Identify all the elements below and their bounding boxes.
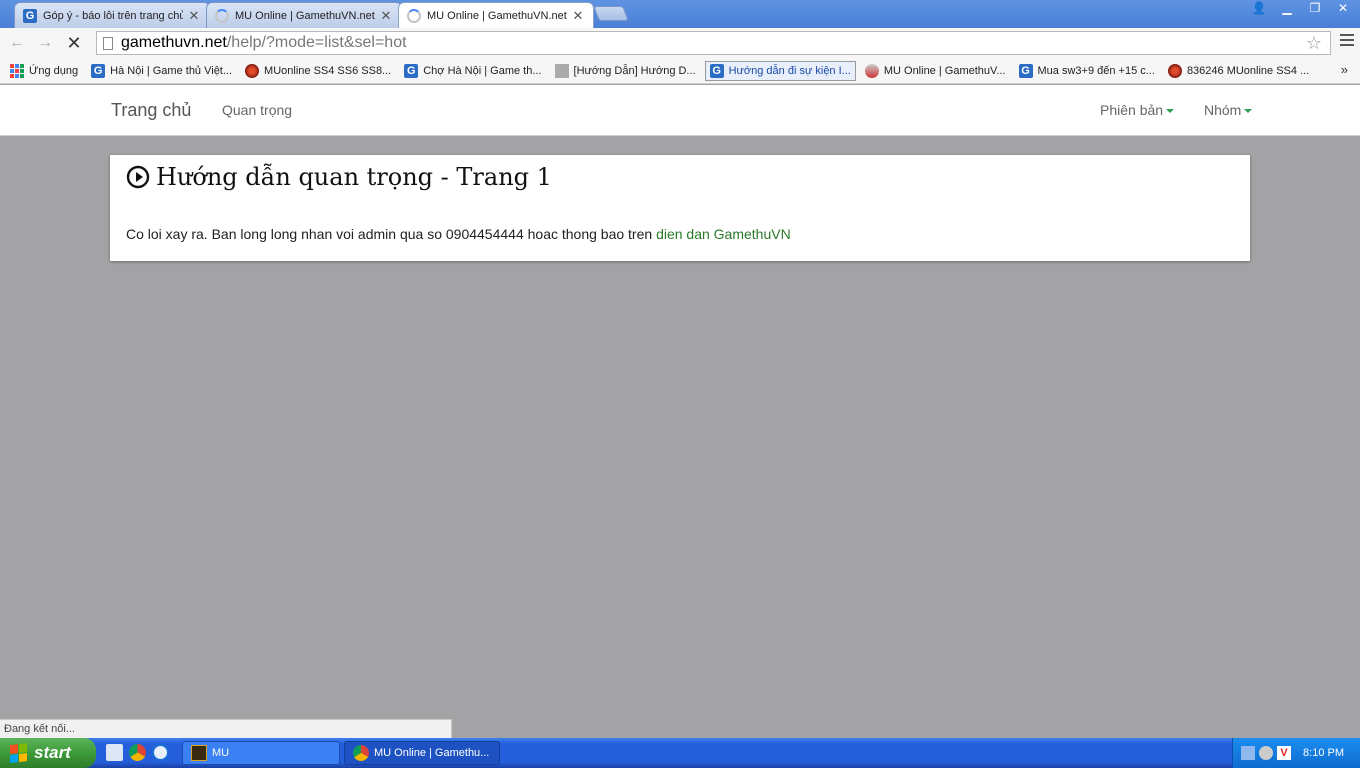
dropdown-label: Nhóm (1204, 102, 1242, 118)
quick-launch (106, 744, 169, 761)
content-panel: Hướng dẫn quan trọng - Trang 1 Co loi xa… (110, 155, 1250, 261)
new-tab-button[interactable] (593, 6, 629, 21)
tab-title: Góp ý - báo lỗi trên trang chủ (43, 9, 183, 22)
tab-gop-y[interactable]: G Góp ý - báo lỗi trên trang chủ ✕ (14, 2, 210, 28)
character-icon (864, 63, 879, 78)
restore-button[interactable]: ❐ (1302, 0, 1328, 18)
speaker-icon[interactable] (1259, 746, 1273, 760)
bookmarks-overflow-button[interactable]: » (1341, 62, 1348, 77)
windows-logo-icon (10, 743, 28, 763)
start-label: start (34, 743, 71, 762)
chrome-icon[interactable] (129, 744, 146, 761)
bookmark-item[interactable]: MU Online | GamethuV... (861, 61, 1010, 81)
mu-red-icon (1167, 63, 1182, 78)
tab-mu-online-1[interactable]: MU Online | GamethuVN.net ✕ (206, 2, 402, 28)
close-icon[interactable]: ✕ (571, 8, 585, 24)
stop-loading-icon[interactable]: ✕ (63, 33, 85, 53)
apps-icon (10, 63, 24, 78)
antivirus-icon[interactable]: V (1277, 746, 1291, 760)
bookmark-item[interactable]: 836246 MUonline SS4 ... (1164, 61, 1313, 81)
bookmark-item[interactable]: G Hà Nội | Game thủ Việt... (87, 61, 236, 81)
mu-game-icon (191, 745, 207, 761)
bookmark-item[interactable]: MUonline SS4 SS6 SS8... (241, 61, 395, 81)
caret-down-icon (1244, 109, 1253, 114)
back-arrow-icon[interactable]: ← (6, 33, 28, 53)
tab-strip: G Góp ý - báo lỗi trên trang chủ ✕ MU On… (0, 0, 1360, 28)
browser-toolbar: ← → ✕ gamethuvn.net/help/?mode=list&sel=… (0, 28, 1360, 58)
gamethuvn-icon: G (23, 8, 37, 23)
chrome-icon (353, 745, 369, 761)
network-shortcut-icon[interactable] (106, 744, 123, 761)
dropdown-label: Phiên bản (1100, 102, 1164, 118)
gamethuvn-icon: G (404, 63, 419, 78)
menu-icon[interactable] (1340, 34, 1354, 49)
bookmark-label: Hướng dẫn đi sự kiện I... (728, 64, 851, 77)
close-icon[interactable]: ✕ (379, 8, 393, 24)
system-tray: V 8:10 PM (1232, 738, 1360, 768)
taskbar-item-chrome[interactable]: MU Online | Gamethu... (344, 741, 500, 765)
site-navbar: Trang chủ Quan trọng Phiên bản Nhóm (0, 85, 1360, 136)
error-message: Co loi xay ra. Ban long long nhan voi ad… (126, 226, 791, 242)
dropdown-nhom[interactable]: Nhóm (1204, 102, 1253, 118)
bookmark-item[interactable]: G Chợ Hà Nội | Game th... (400, 61, 545, 81)
start-button[interactable]: start (0, 738, 96, 768)
close-icon[interactable]: ✕ (187, 8, 201, 24)
bookmarks-bar: Ứng dụng G Hà Nội | Game thủ Việt... MUo… (0, 58, 1360, 84)
bookmark-label: [Hướng Dẫn] Hướng D... (573, 64, 696, 77)
brand-link[interactable]: Trang chủ (111, 100, 191, 121)
bookmark-label: MUonline SS4 SS6 SS8... (264, 64, 392, 77)
dropdown-phien-ban[interactable]: Phiên bản (1100, 102, 1175, 118)
forum-link[interactable]: dien dan GamethuVN (656, 226, 791, 242)
bookmark-item[interactable]: [Hướng Dẫn] Hướng D... (551, 61, 700, 81)
page-heading: Hướng dẫn quan trọng - Trang 1 (126, 163, 552, 191)
bookmark-apps[interactable]: Ứng dụng (6, 61, 82, 81)
gamethuvn-icon: G (1018, 63, 1033, 78)
window-controls: 👤 ▁ ❐ ✕ (1246, 0, 1356, 18)
bookmark-label: Chợ Hà Nội | Game th... (423, 64, 542, 77)
nav-link-quan-trong[interactable]: Quan trọng (222, 102, 292, 118)
page-title: Hướng dẫn quan trọng - Trang 1 (156, 163, 552, 191)
minimize-button[interactable]: ▁ (1274, 0, 1300, 18)
bookmark-label: Ứng dụng (29, 64, 79, 77)
bookmark-item-active[interactable]: G Hướng dẫn đi sự kiện I... (704, 60, 856, 81)
status-bubble: Đang kết nối... (0, 719, 452, 738)
bookmark-label: 836246 MUonline SS4 ... (1186, 64, 1310, 77)
tab-title: MU Online | GamethuVN.net (235, 9, 375, 22)
address-bar[interactable]: gamethuvn.net/help/?mode=list&sel=hot ☆ (96, 31, 1331, 55)
bookmark-label: Hà Nội | Game thủ Việt... (110, 64, 233, 77)
bookmark-star-icon[interactable]: ☆ (1306, 33, 1322, 54)
close-window-button[interactable]: ✕ (1330, 0, 1356, 18)
bookmark-label: MU Online | GamethuV... (883, 64, 1006, 77)
loading-spinner-icon (215, 8, 229, 23)
url-host: gamethuvn.net (121, 34, 227, 51)
play-circle-icon (126, 165, 150, 189)
mu-logo-icon (554, 63, 569, 78)
error-text: Co loi xay ra. Ban long long nhan voi ad… (126, 226, 653, 242)
taskbar-item-label: MU Online | Gamethu... (374, 747, 490, 759)
clock: 8:10 PM (1303, 747, 1344, 759)
gamethuvn-icon: G (709, 63, 724, 78)
bookmark-label: Mua sw3+9 đến +15 c... (1037, 64, 1155, 77)
url-path: /help/?mode=list&sel=hot (226, 34, 407, 51)
taskbar-item-mu[interactable]: MU (182, 741, 340, 765)
media-player-icon[interactable] (152, 744, 169, 761)
page-icon (103, 36, 113, 50)
gamethuvn-icon: G (91, 63, 106, 78)
loading-spinner-icon (407, 8, 421, 23)
tab-mu-online-active[interactable]: MU Online | GamethuVN.net ✕ (398, 2, 594, 28)
caret-down-icon (1166, 109, 1175, 114)
bookmark-item[interactable]: G Mua sw3+9 đến +15 c... (1015, 61, 1159, 81)
taskbar-item-label: MU (212, 747, 230, 759)
network-icon[interactable] (1241, 746, 1255, 760)
user-icon[interactable]: 👤 (1246, 0, 1272, 18)
windows-taskbar: start MU MU Online | Gamethu... V 8:10 P… (0, 738, 1360, 768)
tab-title: MU Online | GamethuVN.net (427, 9, 567, 22)
forward-arrow-icon[interactable]: → (34, 33, 56, 53)
mu-red-icon (245, 63, 260, 78)
